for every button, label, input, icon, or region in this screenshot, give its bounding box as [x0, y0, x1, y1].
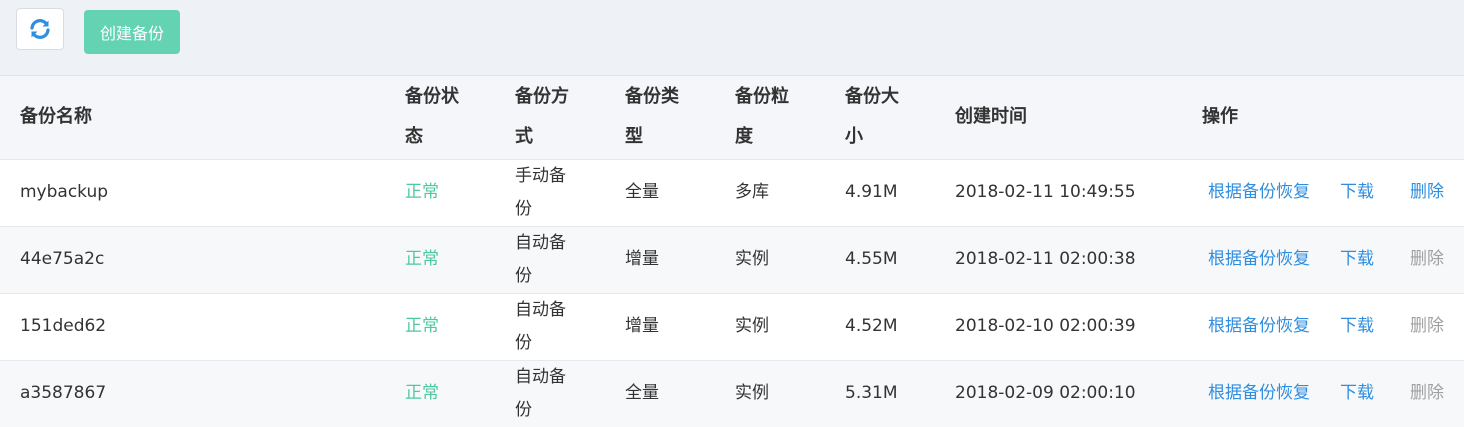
download-link[interactable]: 下载	[1340, 176, 1410, 209]
backup-table: 备份名称 备份状态 备份方式 备份类型 备份粒度 备份大小 创建时间 操作 my…	[0, 76, 1464, 427]
delete-link: 删除	[1410, 316, 1444, 336]
created-time: 2018-02-10 02:00:39	[955, 316, 1136, 336]
row-actions: 根据备份恢复 下载 删除	[1202, 293, 1464, 360]
table-header: 备份名称 备份状态 备份方式 备份类型 备份粒度 备份大小 创建时间 操作	[0, 76, 1464, 159]
backup-name: a3587867	[20, 383, 107, 404]
col-header-method: 备份方式	[515, 86, 569, 148]
download-link[interactable]: 下载	[1340, 243, 1410, 276]
backup-granularity: 实例	[735, 249, 769, 269]
refresh-icon	[30, 19, 50, 39]
backup-type: 全量	[625, 182, 659, 202]
restore-link[interactable]: 根据备份恢复	[1208, 176, 1340, 209]
backup-size: 4.55M	[845, 249, 898, 269]
backup-method: 自动备份	[515, 366, 566, 420]
table-row: 44e75a2c 正常 自动备份 增量 实例 4.55M 2018-02-11 02:00:…	[0, 226, 1464, 293]
row-actions: 根据备份恢复 下载 删除	[1202, 226, 1464, 293]
restore-link[interactable]: 根据备份恢复	[1208, 310, 1340, 343]
backup-granularity: 实例	[735, 316, 769, 336]
col-header-granularity: 备份粒度	[735, 86, 789, 148]
table-row: a3587867 正常 自动备份 全量 实例 5.31M 2018-02-09 02:00:…	[0, 360, 1464, 427]
download-link[interactable]: 下载	[1340, 377, 1410, 410]
restore-link[interactable]: 根据备份恢复	[1208, 377, 1340, 410]
col-header-created: 创建时间	[955, 106, 1027, 128]
toolbar: 创建备份	[0, 0, 1464, 76]
backup-size: 4.52M	[845, 316, 898, 336]
col-header-type: 备份类型	[625, 86, 679, 148]
backup-type: 增量	[625, 316, 659, 336]
download-link[interactable]: 下载	[1340, 310, 1410, 343]
backup-size: 4.91M	[845, 182, 898, 202]
delete-link: 删除	[1410, 383, 1444, 404]
delete-link[interactable]: 删除	[1410, 176, 1444, 209]
status-badge: 正常	[405, 316, 439, 336]
row-actions: 根据备份恢复 下载 删除	[1202, 159, 1464, 226]
backup-method: 自动备份	[515, 232, 566, 286]
status-badge: 正常	[405, 383, 439, 404]
col-header-size: 备份大小	[845, 86, 899, 148]
table-row: 151ded62 正常 自动备份 增量 实例 4.52M 2018-02-10 02:00:…	[0, 293, 1464, 360]
backup-granularity: 多库	[735, 182, 769, 202]
backup-granularity: 实例	[735, 383, 769, 404]
col-header-status: 备份状态	[405, 86, 459, 148]
backup-type: 增量	[625, 249, 659, 269]
restore-link[interactable]: 根据备份恢复	[1208, 243, 1340, 276]
backup-size: 5.31M	[845, 383, 898, 404]
status-badge: 正常	[405, 249, 439, 269]
col-header-name: 备份名称	[20, 106, 92, 128]
row-actions: 根据备份恢复 下载 删除	[1202, 360, 1464, 427]
table-row: mybackup 正常 手动备份 全量 多库 4.91M 2018-02-11 10:49:…	[0, 159, 1464, 226]
create-backup-button[interactable]: 创建备份	[84, 10, 180, 54]
refresh-button[interactable]	[16, 8, 64, 50]
backup-name: mybackup	[20, 182, 109, 202]
backup-type: 全量	[625, 383, 659, 404]
delete-link: 删除	[1410, 249, 1444, 269]
created-time: 2018-02-11 02:00:38	[955, 249, 1136, 269]
status-badge: 正常	[405, 182, 439, 202]
backup-name: 151ded62	[20, 316, 107, 336]
backup-method: 手动备份	[515, 165, 566, 219]
backup-method: 自动备份	[515, 299, 566, 353]
created-time: 2018-02-09 02:00:10	[955, 383, 1136, 404]
col-header-actions: 操作	[1202, 106, 1238, 128]
backup-name: 44e75a2c	[20, 249, 105, 269]
created-time: 2018-02-11 10:49:55	[955, 182, 1136, 202]
